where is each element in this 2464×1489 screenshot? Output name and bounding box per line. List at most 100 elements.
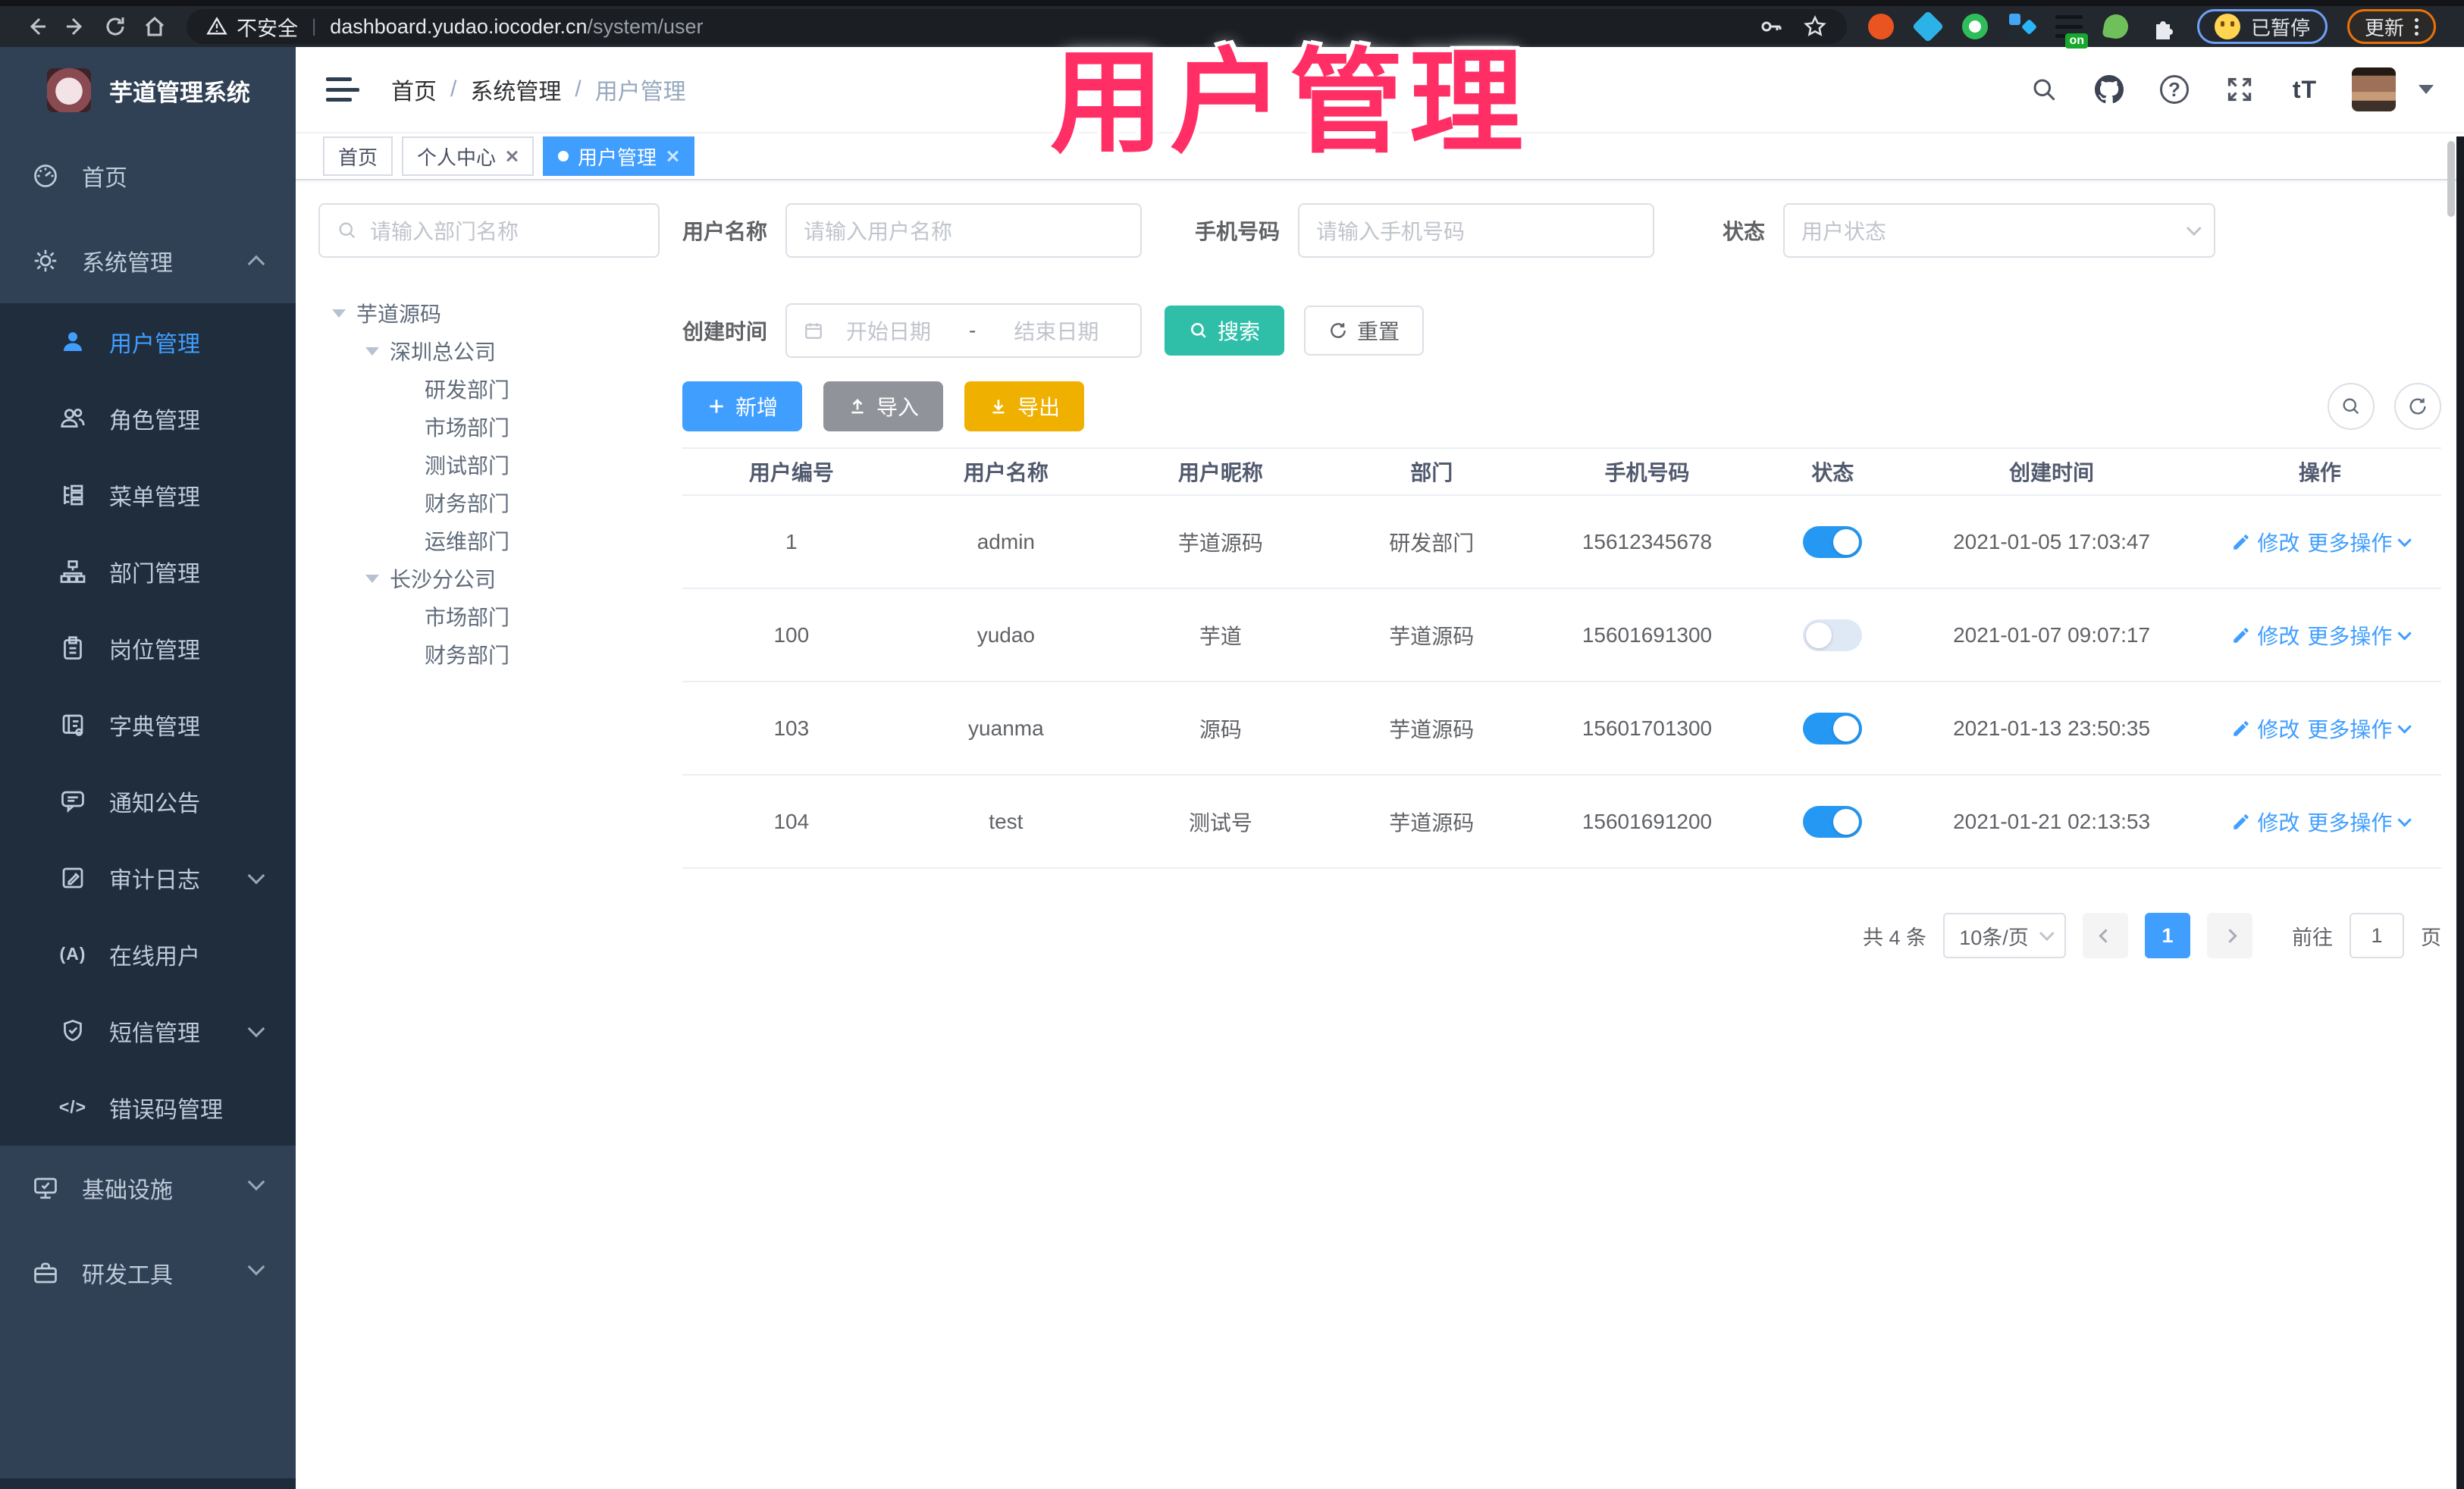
status-toggle[interactable] [1803, 712, 1863, 744]
extensions-puzzle-icon[interactable] [2149, 12, 2177, 41]
table-row: 104 test 测试号 芋道源码 15601691200 2021-01-21… [682, 776, 2441, 869]
sidebar-item-notice[interactable]: 通知公告 [0, 763, 296, 839]
url-host[interactable]: dashboard.yudao.iocoder.cn [330, 15, 587, 39]
tab-home[interactable]: 首页 [323, 136, 393, 176]
address-bar[interactable]: 不安全 | dashboard.yudao.iocoder.cn /system… [187, 9, 1847, 44]
user-avatar[interactable] [2352, 67, 2396, 111]
export-button[interactable]: 导出 [964, 381, 1085, 431]
update-button[interactable]: 更新 [2347, 9, 2437, 44]
sidebar-item-system[interactable]: 系统管理 [0, 218, 296, 303]
tab-user-mgmt[interactable]: 用户管理 [543, 136, 695, 176]
extension-squares-icon[interactable] [2008, 12, 2038, 41]
close-icon[interactable] [666, 149, 679, 163]
sidebar-item-online-users[interactable]: (A) 在线用户 [0, 916, 296, 992]
tree-node[interactable]: 财务部门 [318, 484, 660, 522]
sidebar-item-menu-mgmt[interactable]: 菜单管理 [0, 456, 296, 533]
sidebar-item-dict-mgmt[interactable]: 字典管理 [0, 686, 296, 763]
tree-node[interactable]: 长沙分公司 [318, 560, 660, 597]
bookmark-star-icon[interactable] [1803, 14, 1827, 39]
caret-down-icon[interactable] [365, 574, 379, 583]
scrollbar-thumb[interactable] [2447, 141, 2455, 217]
dept-search-input[interactable]: 请输入部门名称 [318, 203, 660, 258]
sidebar-item-post-mgmt[interactable]: 岗位管理 [0, 610, 296, 686]
infra-icon [30, 1173, 61, 1203]
more-actions-link[interactable]: 更多操作 [2307, 713, 2412, 744]
tree-node[interactable]: 研发部门 [318, 370, 660, 408]
browser-back-icon[interactable] [17, 7, 56, 46]
tree-node[interactable]: 财务部门 [318, 635, 660, 673]
search-button[interactable]: 搜索 [1165, 306, 1285, 356]
edit-link[interactable]: 修改 [2231, 620, 2299, 650]
close-icon[interactable] [505, 149, 519, 163]
breadcrumb-home[interactable]: 首页 [391, 73, 437, 106]
sidebar-item-infrastructure[interactable]: 基础设施 [0, 1146, 296, 1230]
status-toggle[interactable] [1803, 805, 1863, 838]
tree-node[interactable]: 市场部门 [318, 597, 660, 635]
extension-sprout-icon[interactable] [2102, 12, 2130, 41]
status-toggle[interactable] [1803, 525, 1863, 558]
url-path[interactable]: /system/user [588, 15, 704, 39]
prev-page-button[interactable] [2083, 913, 2128, 958]
extension-gem-icon[interactable] [1911, 10, 1945, 43]
sidebar-item-role-mgmt[interactable]: 角色管理 [0, 380, 296, 456]
current-page[interactable]: 1 [2145, 913, 2190, 958]
caret-down-icon[interactable] [365, 346, 379, 356]
sidebar-item-home[interactable]: 首页 [0, 133, 296, 218]
chevron-down-icon [247, 1020, 265, 1038]
sidebar-item-dev-tools[interactable]: 研发工具 [0, 1230, 296, 1315]
extension-green-circle-icon[interactable] [1961, 12, 1989, 41]
tree-node[interactable]: 运维部门 [318, 522, 660, 560]
next-page-button[interactable] [2207, 913, 2252, 958]
help-icon[interactable]: ? [2156, 71, 2193, 108]
browser-reload-icon[interactable] [96, 7, 135, 46]
more-actions-link[interactable]: 更多操作 [2307, 527, 2412, 557]
browser-forward-icon[interactable] [56, 7, 96, 46]
extension-ubuntu-icon[interactable] [1867, 12, 1895, 41]
import-button[interactable]: 导入 [823, 381, 944, 431]
caret-down-icon[interactable] [332, 309, 346, 318]
edit-link[interactable]: 修改 [2231, 527, 2299, 557]
font-size-icon[interactable]: tT [2287, 71, 2323, 108]
sidebar-item-sms-mgmt[interactable]: 短信管理 [0, 992, 296, 1069]
key-icon[interactable] [1759, 14, 1783, 39]
username-input[interactable]: 请输入用户名称 [785, 203, 1143, 258]
hamburger-icon[interactable] [326, 74, 359, 105]
tab-profile[interactable]: 个人中心 [402, 136, 534, 176]
page-size-select[interactable]: 10条/页 [1943, 913, 2066, 958]
goto-page-input[interactable]: 1 [2350, 913, 2404, 958]
breadcrumb-separator: / [450, 77, 457, 102]
more-actions-link[interactable]: 更多操作 [2307, 807, 2412, 837]
add-user-button[interactable]: 新增 [682, 381, 803, 431]
app-logo-row[interactable]: 芋道管理系统 [0, 47, 296, 133]
more-actions-link[interactable]: 更多操作 [2307, 620, 2412, 650]
refresh-table-button[interactable] [2394, 383, 2441, 430]
sidebar-item-audit-log[interactable]: 审计日志 [0, 839, 296, 916]
profile-chip[interactable]: 已暂停 [2197, 9, 2328, 44]
edit-link[interactable]: 修改 [2231, 713, 2299, 744]
tree-node[interactable]: 市场部门 [318, 408, 660, 446]
sidebar-item-dept-mgmt[interactable]: 部门管理 [0, 533, 296, 610]
date-range-picker[interactable]: 开始日期 - 结束日期 [785, 303, 1143, 358]
security-label[interactable]: 不安全 [237, 12, 298, 42]
tree-node[interactable]: 深圳总公司 [318, 332, 660, 370]
sidebar-item-user-mgmt[interactable]: 用户管理 [0, 303, 296, 380]
browser-menu-icon[interactable] [2415, 17, 2419, 36]
table-row: 103 yuanma 源码 芋道源码 15601701300 2021-01-1… [682, 682, 2441, 776]
show-search-button[interactable] [2328, 383, 2375, 430]
status-select[interactable]: 用户状态 [1783, 203, 2216, 258]
edit-link[interactable]: 修改 [2231, 807, 2299, 837]
sms-shield-icon [58, 1016, 88, 1046]
sidebar-item-error-code[interactable]: </> 错误码管理 [0, 1069, 296, 1146]
tree-node[interactable]: 测试部门 [318, 446, 660, 484]
github-icon[interactable] [2091, 71, 2127, 108]
search-icon[interactable] [2026, 71, 2062, 108]
extension-list-on-icon[interactable]: on [2055, 12, 2088, 49]
avatar-caret-icon[interactable] [2419, 85, 2434, 94]
browser-home-icon[interactable] [135, 7, 174, 46]
reset-button[interactable]: 重置 [1304, 306, 1425, 356]
status-toggle[interactable] [1803, 619, 1863, 651]
tree-node[interactable]: 芋道源码 [318, 294, 660, 332]
fullscreen-icon[interactable] [2221, 71, 2258, 108]
mobile-input[interactable]: 请输入手机号码 [1298, 203, 1655, 258]
breadcrumb-system[interactable]: 系统管理 [470, 73, 561, 106]
